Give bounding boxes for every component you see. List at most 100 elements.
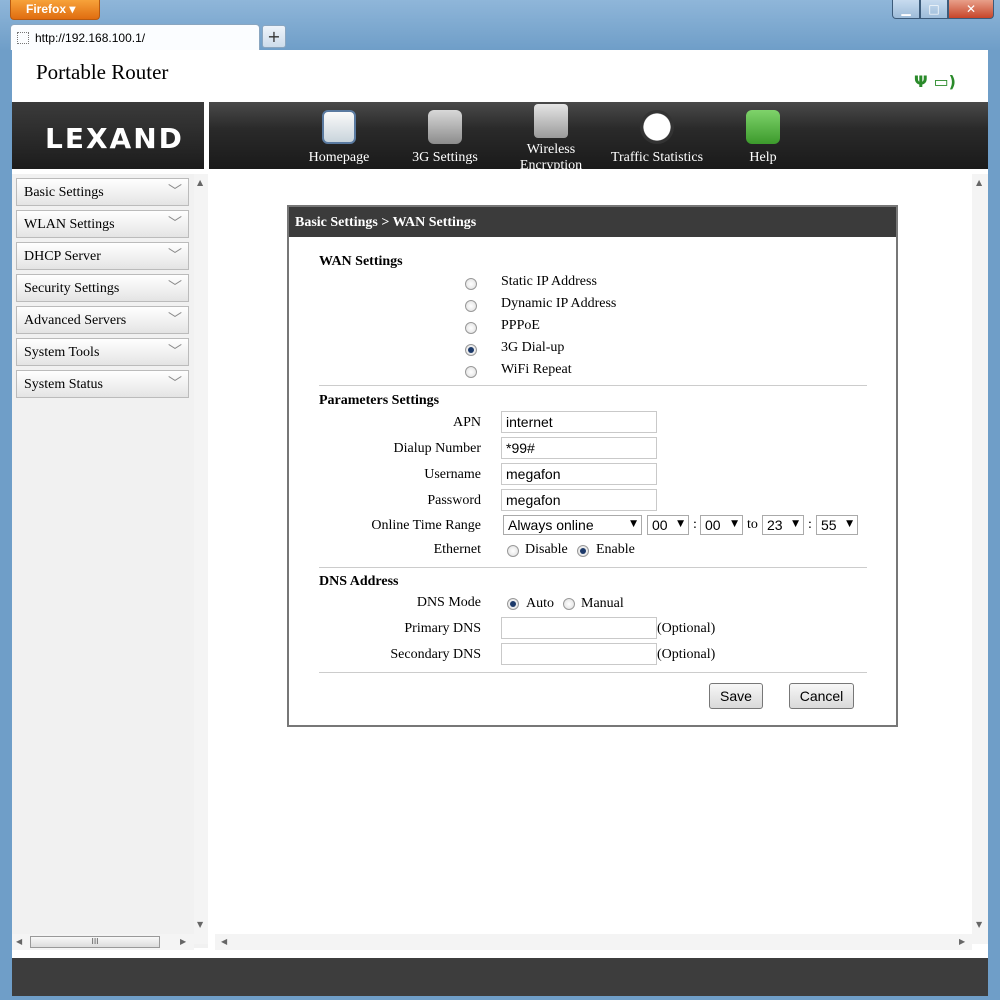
radio-dns-auto[interactable]	[507, 598, 519, 610]
browser-titlebar: Firefox ▾ ▁ □ ✕ http://192.168.100.1/ +	[0, 0, 1000, 50]
optional-hint: (Optional)	[657, 647, 716, 662]
sidebar-item-dhcp-server[interactable]: DHCP Server ﹀	[16, 242, 189, 270]
sidebar-item-basic-settings[interactable]: Basic Settings ﹀	[16, 178, 189, 206]
home-icon	[322, 110, 356, 144]
sidebar-horizontal-scrollbar[interactable]: ◀ III ▶	[12, 934, 194, 950]
sidebar-item-wlan-settings[interactable]: WLAN Settings ﹀	[16, 210, 189, 238]
router-page: Portable Router Ψ ▭) LEXAND Homepage 3G S…	[12, 50, 988, 996]
dropdown-arrow-icon: ▼	[846, 519, 853, 529]
top-nav: Homepage 3G Settings Wireless Encryption…	[209, 102, 988, 169]
nav-label: Homepage	[308, 150, 370, 165]
radio-label: Static IP Address	[501, 274, 597, 289]
dropdown-arrow-icon: ▼	[731, 519, 738, 529]
start-hour-select[interactable]: 00 ▼	[647, 515, 689, 535]
select-value: Always online	[508, 517, 594, 533]
sidebar-vertical-scrollbar[interactable]: ▲ ▼	[194, 174, 208, 944]
page-title: Portable Router	[36, 60, 169, 84]
nav-wireless-encryption[interactable]: Wireless Encryption	[501, 102, 601, 169]
nav-homepage[interactable]: Homepage	[289, 102, 389, 169]
radio-ethernet-disable[interactable]	[507, 545, 519, 557]
nav-3g-settings[interactable]: 3G Settings	[395, 102, 495, 169]
main-vertical-scrollbar[interactable]: ▲ ▼	[972, 174, 988, 944]
select-value: 55	[821, 517, 837, 533]
nav-label: 3G Settings	[412, 150, 478, 165]
scroll-up-icon[interactable]: ▲	[976, 178, 982, 187]
window-controls: ▁ □ ✕	[892, 0, 994, 19]
sidebar-item-advanced-servers[interactable]: Advanced Servers ﹀	[16, 306, 189, 334]
tools-icon	[428, 110, 462, 144]
apn-label: APN	[452, 415, 481, 430]
main-horizontal-scrollbar[interactable]: ◀ ▶	[215, 934, 972, 950]
nav-traffic-statistics[interactable]: Traffic Statistics	[607, 102, 707, 169]
save-button[interactable]: Save	[709, 683, 763, 709]
dns-mode-label: DNS Mode	[416, 595, 481, 610]
breadcrumb: Basic Settings > WAN Settings	[289, 207, 896, 237]
minimize-button[interactable]: ▁	[892, 0, 920, 19]
close-button[interactable]: ✕	[948, 0, 994, 19]
scroll-left-icon[interactable]: ◀	[16, 937, 22, 946]
sidebar-item-system-status[interactable]: System Status ﹀	[16, 370, 189, 398]
radio-label: Auto	[526, 596, 554, 611]
wan-settings-panel: Basic Settings > WAN Settings WAN Settin…	[287, 205, 898, 727]
username-input[interactable]: megafon	[501, 463, 657, 485]
chevron-down-icon: ﹀	[168, 280, 182, 296]
secondary-dns-label: Secondary DNS	[390, 647, 481, 662]
password-input[interactable]: megafon	[501, 489, 657, 511]
to-label: to	[747, 517, 758, 532]
sidebar-item-label: System Status	[24, 377, 103, 392]
radio-label: Manual	[581, 596, 624, 611]
cancel-button[interactable]: Cancel	[789, 683, 854, 709]
dialup-number-input[interactable]: *99#	[501, 437, 657, 459]
clock-icon	[640, 110, 674, 144]
radio-3g-dialup[interactable]	[465, 344, 477, 356]
divider	[319, 385, 867, 386]
new-tab-button[interactable]: +	[262, 25, 286, 48]
nav-label: Traffic Statistics	[610, 150, 704, 165]
maximize-button[interactable]: □	[920, 0, 948, 19]
end-hour-select[interactable]: 23 ▼	[762, 515, 804, 535]
radio-static-ip[interactable]	[465, 278, 477, 290]
tab-title: http://192.168.100.1/	[35, 31, 146, 45]
primary-dns-input[interactable]	[501, 617, 657, 639]
password-label: Password	[427, 493, 481, 508]
sidebar-item-label: Basic Settings	[24, 185, 104, 200]
end-minute-select[interactable]: 55 ▼	[816, 515, 858, 535]
radio-dynamic-ip[interactable]	[465, 300, 477, 312]
nav-help[interactable]: Help	[713, 102, 813, 169]
dialup-number-label: Dialup Number	[393, 441, 481, 456]
sidebar-item-system-tools[interactable]: System Tools ﹀	[16, 338, 189, 366]
book-icon	[746, 110, 780, 144]
start-minute-select[interactable]: 00 ▼	[700, 515, 743, 535]
antenna-icon: Ψ	[913, 72, 928, 91]
sidebar-item-label: DHCP Server	[24, 249, 101, 264]
apn-input[interactable]: internet	[501, 411, 657, 433]
scroll-thumb[interactable]: III	[30, 936, 160, 948]
scroll-down-icon[interactable]: ▼	[976, 920, 982, 929]
chevron-down-icon: ﹀	[168, 184, 182, 200]
sidebar-item-security-settings[interactable]: Security Settings ﹀	[16, 274, 189, 302]
scroll-right-icon[interactable]: ▶	[180, 937, 186, 946]
firefox-menu-button[interactable]: Firefox ▾	[10, 0, 100, 20]
page-favicon-icon	[17, 32, 29, 44]
divider	[319, 672, 867, 673]
scroll-down-icon[interactable]: ▼	[197, 920, 203, 929]
radio-label: WiFi Repeat	[501, 362, 572, 377]
username-label: Username	[424, 467, 481, 482]
ethernet-label: Ethernet	[433, 542, 481, 557]
browser-tab[interactable]: http://192.168.100.1/	[10, 24, 260, 50]
dropdown-arrow-icon: ▼	[677, 519, 684, 529]
scroll-left-icon[interactable]: ◀	[221, 937, 227, 946]
scroll-up-icon[interactable]: ▲	[197, 178, 203, 187]
online-mode-select[interactable]: Always online ▼	[503, 515, 642, 535]
secondary-dns-input[interactable]	[501, 643, 657, 665]
radio-dns-manual[interactable]	[563, 598, 575, 610]
radio-pppoe[interactable]	[465, 322, 477, 334]
sidebar-item-label: Security Settings	[24, 281, 120, 296]
lock-icon	[534, 104, 568, 138]
chevron-down-icon: ﹀	[168, 248, 182, 264]
radio-wifi-repeat[interactable]	[465, 366, 477, 378]
scroll-right-icon[interactable]: ▶	[959, 937, 965, 946]
radio-label: Dynamic IP Address	[501, 296, 617, 311]
radio-ethernet-enable[interactable]	[577, 545, 589, 557]
nav-label: Help	[749, 150, 777, 165]
